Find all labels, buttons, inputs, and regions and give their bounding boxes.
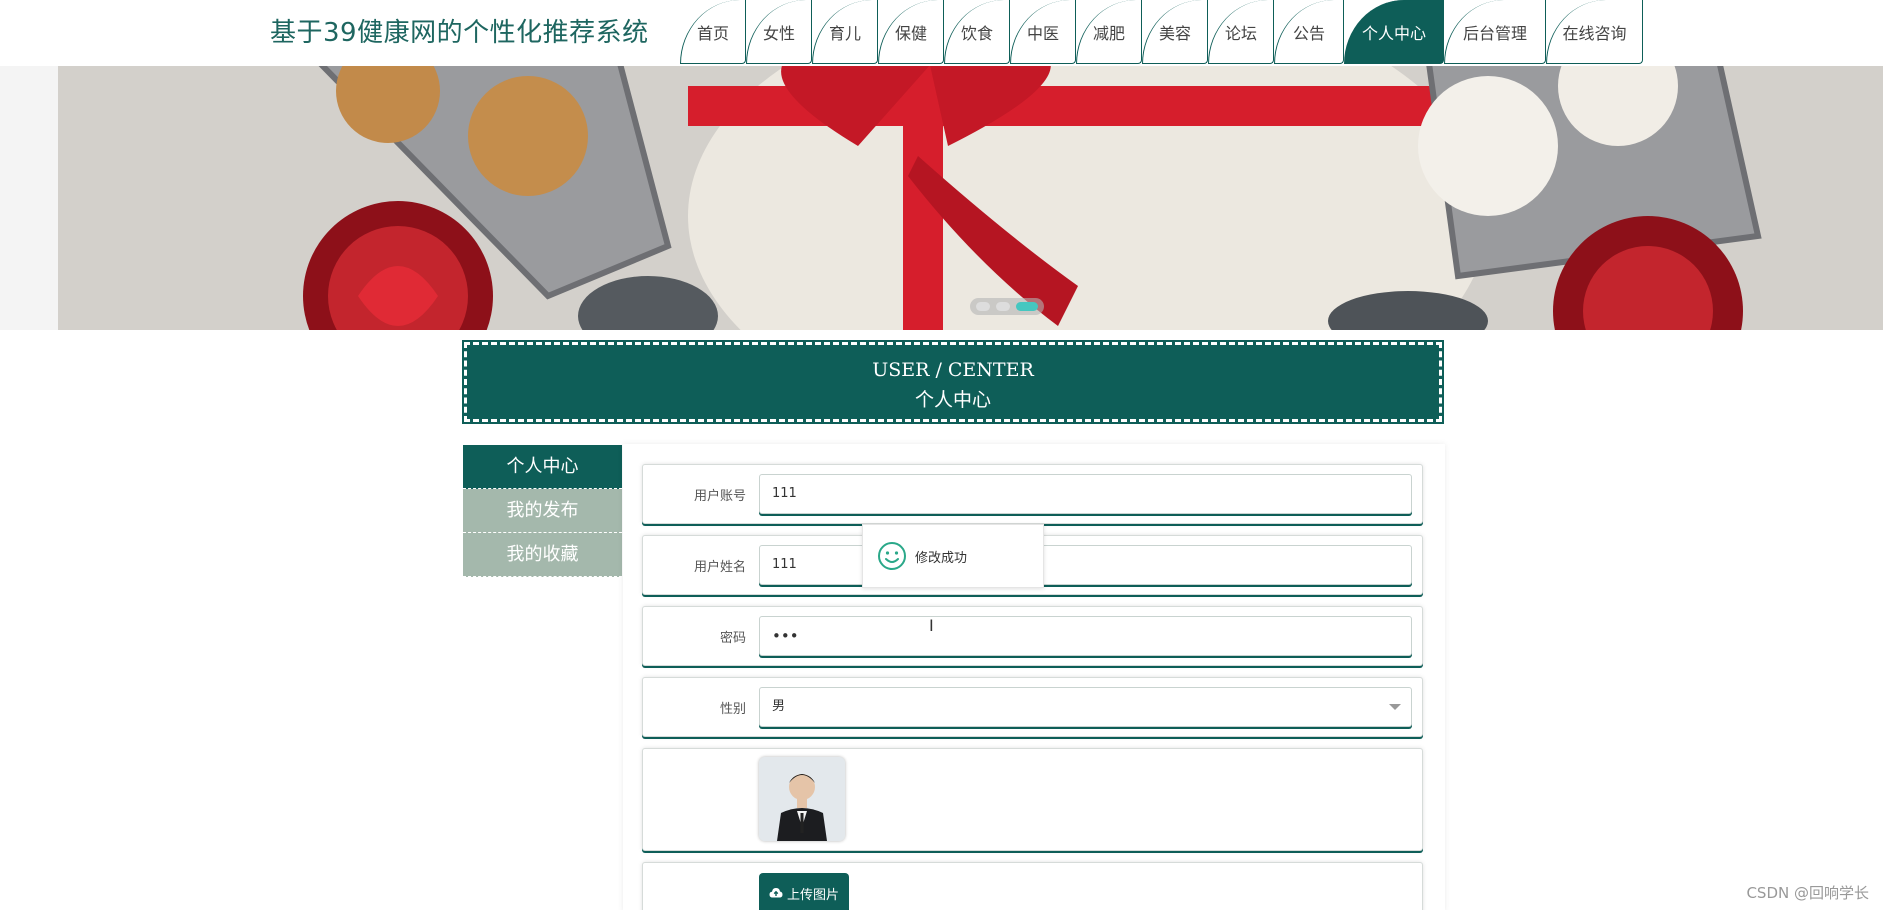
nav-item-diet[interactable]: 饮食	[944, 0, 1010, 64]
banner-area	[0, 66, 1883, 330]
account-input[interactable]: 111	[759, 474, 1412, 514]
nav-item-consult[interactable]: 在线咨询	[1546, 0, 1643, 64]
header: 基于39健康网的个性化推荐系统 首页 女性 育儿 保健 饮食 中医 减肥 美容 …	[0, 0, 1883, 66]
gender-select[interactable]: 男	[759, 687, 1412, 727]
form-row-avatar	[642, 748, 1423, 851]
nav-item-parenting[interactable]: 育儿	[812, 0, 878, 64]
side-menu: 个人中心 我的发布 我的收藏	[463, 445, 622, 577]
gender-value: 男	[772, 699, 786, 714]
banner-carousel[interactable]	[58, 66, 1883, 330]
password-label: 密码	[719, 631, 746, 646]
section-title-en: USER / CENTER	[872, 359, 1034, 381]
section-title-cn: 个人中心	[914, 389, 991, 411]
side-item-user-center[interactable]: 个人中心	[463, 445, 622, 489]
nav-item-notice[interactable]: 公告	[1274, 0, 1344, 64]
cloud-upload-icon	[769, 888, 783, 898]
toast-message: 修改成功	[915, 550, 968, 566]
chevron-down-icon	[1389, 704, 1401, 710]
form-row-upload: 上传图片	[642, 862, 1423, 910]
section-title: USER / CENTER 个人中心	[462, 340, 1444, 424]
smiley-icon	[878, 542, 906, 570]
text-cursor-icon: I	[929, 616, 934, 635]
name-label: 用户姓名	[693, 560, 746, 575]
site-title: 基于39健康网的个性化推荐系统	[270, 18, 649, 48]
nav-item-user-center[interactable]: 个人中心	[1344, 0, 1444, 64]
nav-item-weightloss[interactable]: 减肥	[1076, 0, 1142, 64]
carousel-dot[interactable]	[996, 302, 1010, 311]
success-toast: 修改成功	[862, 524, 1044, 588]
carousel-dot-active[interactable]	[1016, 302, 1038, 311]
form-row-gender: 性别 男	[642, 677, 1423, 737]
password-input[interactable]: •••	[759, 616, 1412, 656]
nav-item-tcm[interactable]: 中医	[1010, 0, 1076, 64]
gender-label: 性别	[719, 702, 746, 717]
nav-item-home[interactable]: 首页	[680, 0, 746, 64]
banner-image	[58, 66, 1883, 330]
side-item-my-favorites[interactable]: 我的收藏	[463, 533, 622, 577]
form-row-password: 密码 •••	[642, 606, 1423, 666]
form-row-account: 用户账号 111	[642, 464, 1423, 524]
nav-item-women[interactable]: 女性	[746, 0, 812, 64]
nav-item-beauty[interactable]: 美容	[1142, 0, 1208, 64]
avatar	[759, 757, 845, 841]
carousel-dot[interactable]	[976, 302, 990, 311]
nav-item-healthcare[interactable]: 保健	[878, 0, 944, 64]
nav-item-forum[interactable]: 论坛	[1208, 0, 1274, 64]
account-label: 用户账号	[693, 489, 746, 504]
main-nav: 首页 女性 育儿 保健 饮食 中医 减肥 美容 论坛 公告 个人中心 后台管理 …	[680, 0, 1643, 64]
profile-form: 用户账号 111 用户姓名 111 密码 ••• 性别 男 上传图片	[623, 444, 1445, 910]
name-input[interactable]: 111	[759, 545, 1412, 585]
upload-button-label: 上传图片	[787, 887, 840, 903]
side-item-my-posts[interactable]: 我的发布	[463, 489, 622, 533]
watermark: CSDN @回响学长	[1746, 884, 1869, 902]
nav-item-admin[interactable]: 后台管理	[1444, 0, 1546, 64]
carousel-dots	[970, 298, 1044, 315]
upload-image-button[interactable]: 上传图片	[759, 873, 850, 910]
avatar-image	[759, 757, 845, 841]
